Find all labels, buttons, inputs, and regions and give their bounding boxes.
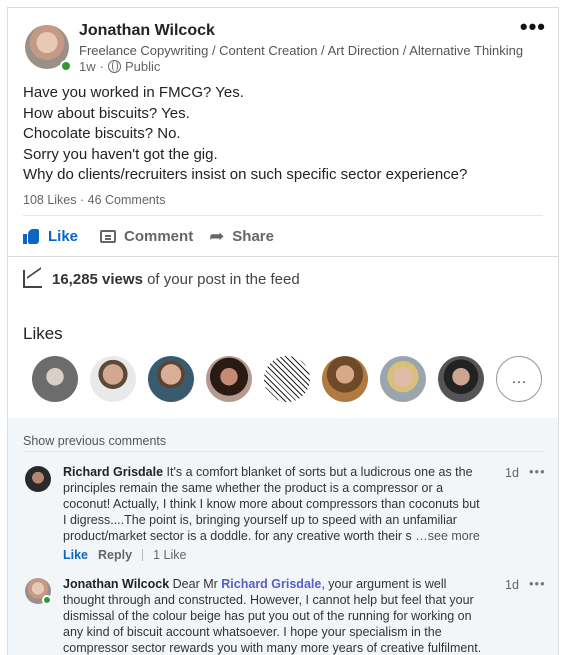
mention-link[interactable]: Richard Grisdale [221,577,321,591]
action-bar: Like Comment ➦ Share [23,226,290,246]
divider [23,215,543,216]
comment-icon [100,229,117,243]
liker-avatar[interactable] [206,356,252,402]
more-options-icon[interactable]: ••• [520,16,546,38]
liker-avatar[interactable] [322,356,368,402]
liker-avatar[interactable] [148,356,194,402]
more-likers-button[interactable]: … [496,356,542,402]
online-status-icon [42,595,52,605]
globe-icon [107,60,121,73]
share-arrow-icon: ➦ [209,226,225,246]
divider [8,256,558,257]
divider [142,549,144,561]
commenter-avatar[interactable] [25,466,51,492]
post-line: How about biscuits? Yes. [23,104,190,122]
share-button[interactable]: ➦ Share [209,227,274,245]
author-name[interactable]: Jonathan Wilcock [79,22,215,40]
liker-avatar[interactable] [380,356,426,402]
visibility-label: Public [124,59,161,74]
views-stat[interactable]: 16,285 views of your post in the feed [23,270,300,288]
views-count: 16,285 views [52,270,143,288]
post-meta: 1w · Public [79,59,161,74]
comment-reply-button[interactable]: Reply [98,548,132,562]
post-line: Chocolate biscuits? No. [23,125,181,142]
comment-more-icon[interactable]: ••• [529,464,546,479]
post-line: Have you worked in FMCG? Yes. [23,84,244,101]
comment-like-button[interactable]: Like [63,548,88,562]
like-button[interactable]: Like [23,228,78,245]
comment-time: 1d [505,578,519,592]
post-body: Have you worked in FMCG? Yes. How about … [23,83,543,186]
post-time: 1w [79,59,96,74]
likes-count[interactable]: 108 Likes [23,193,77,207]
likes-title: Likes [23,324,63,343]
liker-avatar[interactable] [90,356,136,402]
commenter-name[interactable]: Jonathan Wilcock [63,577,169,591]
comment-actions: Like Reply 1 Like [63,548,186,562]
divider [23,451,543,452]
post-card: Jonathan Wilcock Freelance Copywriting /… [7,7,559,655]
comment-text: Richard Grisdale It's a comfort blanket … [63,465,480,543]
show-previous-comments-link[interactable]: Show previous comments [23,434,166,448]
comment-like-count[interactable]: 1 Like [153,548,186,562]
likers-list: … [32,356,542,402]
comments-section: Show previous comments Richard Grisdale … [8,418,558,655]
commenter-name[interactable]: Richard Grisdale [63,465,163,479]
author-headline: Freelance Copywriting / Content Creation… [79,43,524,58]
social-counts: 108 Likes · 46 Comments [23,193,166,207]
comment-time: 1d [505,466,519,480]
online-status-icon [60,60,72,72]
liker-avatar[interactable] [264,356,310,402]
views-suffix: of your post in the feed [142,270,300,288]
liker-avatar[interactable] [438,356,484,402]
post-line: Why do clients/recruiters insist on such… [23,166,468,183]
comment-text: Jonathan Wilcock Dear Mr Richard Grisdal… [63,577,482,655]
thumbs-up-icon [23,228,40,244]
post-header: Jonathan Wilcock Freelance Copywriting /… [8,8,558,80]
post-line: Sorry you haven't got the gig. [23,145,218,163]
comment-more-icon[interactable]: ••• [529,576,546,591]
trending-chart-icon [23,270,42,288]
comments-count[interactable]: 46 Comments [88,193,166,207]
comment-button[interactable]: Comment [100,228,193,245]
liker-avatar[interactable] [32,356,78,402]
see-more-link[interactable]: …see more [412,529,480,543]
